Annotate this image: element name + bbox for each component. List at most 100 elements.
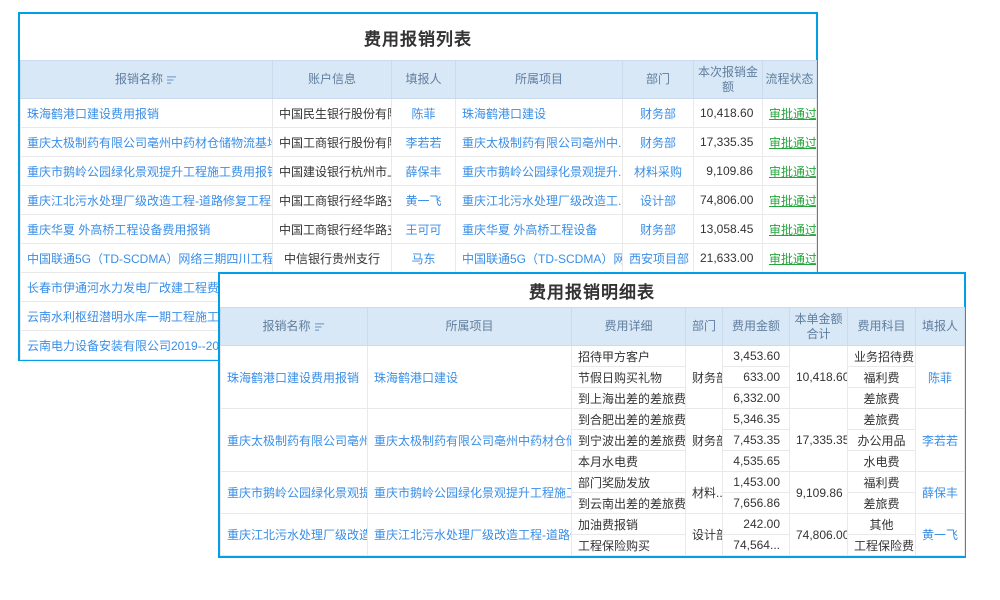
amount-cell: 1,453.00 [723, 472, 790, 493]
reimburse-name-link[interactable]: 珠海鹤港口建设费用报销 [21, 99, 273, 128]
account-cell: 中国工商银行股份有限... [273, 128, 392, 157]
reimburse-name-link[interactable]: 重庆太极制药有限公司亳州中药材仓储物流基地项... [21, 128, 273, 157]
detail-cell: 本月水电费 [572, 451, 686, 472]
dept-link[interactable]: 财务部 [623, 99, 694, 128]
subject-cell: 福利费 [848, 367, 916, 388]
project-link[interactable]: 重庆江北污水处理厂级改造工... [456, 186, 623, 215]
status-link[interactable]: 审批通过 [763, 128, 817, 157]
amount-cell: 6,332.00 [723, 388, 790, 409]
detail-cell: 工程保险购买 [572, 535, 686, 556]
project-link[interactable]: 重庆市鹅岭公园绿化景观提升... [456, 157, 623, 186]
dept-cell: 设计部 [686, 514, 723, 556]
account-cell: 中国工商银行经华路支行 [273, 215, 392, 244]
subject-cell: 其他 [848, 514, 916, 535]
amount-cell: 9,109.86 [694, 157, 763, 186]
project-link[interactable]: 珠海鹤港口建设 [368, 346, 572, 409]
project-link[interactable]: 珠海鹤港口建设 [456, 99, 623, 128]
subject-cell: 业务招待费 [848, 346, 916, 367]
filler-link[interactable]: 黄一飞 [916, 514, 965, 556]
expense-detail-table: 报销名称 所属项目 费用详细 部门 费用金额 本单金额合计 费用科目 填报人 珠… [220, 307, 965, 556]
filler-link[interactable]: 黄一飞 [392, 186, 456, 215]
filler-link[interactable]: 陈菲 [392, 99, 456, 128]
status-link[interactable]: 审批通过 [763, 244, 817, 273]
reimburse-name-link[interactable]: 重庆太极制药有限公司亳州中药材 [221, 409, 368, 472]
amount-cell: 10,418.60 [694, 99, 763, 128]
subject-cell: 差旅费 [848, 493, 916, 514]
col-header-project: 所属项目 [368, 308, 572, 346]
dept-link[interactable]: 材料采购 [623, 157, 694, 186]
sort-icon[interactable] [315, 322, 326, 332]
sort-icon[interactable] [167, 75, 178, 85]
detail-cell: 到云南出差的差旅费 [572, 493, 686, 514]
amount-cell: 4,535.65 [723, 451, 790, 472]
filler-link[interactable]: 薛保丰 [916, 472, 965, 514]
amount-cell: 7,656.86 [723, 493, 790, 514]
dept-link[interactable]: 财务部 [623, 128, 694, 157]
status-link[interactable]: 审批通过 [763, 215, 817, 244]
col-header-name[interactable]: 报销名称 [21, 61, 273, 99]
col-header-total: 本单金额合计 [790, 308, 848, 346]
account-cell: 中国民生银行股份有限... [273, 99, 392, 128]
reimburse-name-link[interactable]: 中国联通5G（TD-SCDMA）网络三期四川工程费... [21, 244, 273, 273]
amount-cell: 21,633.00 [694, 244, 763, 273]
col-header-name-label: 报销名称 [115, 72, 163, 87]
project-link[interactable]: 重庆太极制药有限公司亳州中药材仓储物流 [368, 409, 572, 472]
table-row: 珠海鹤港口建设费用报销 中国民生银行股份有限... 陈菲 珠海鹤港口建设 财务部… [21, 99, 817, 128]
dept-link[interactable]: 财务部 [623, 215, 694, 244]
project-link[interactable]: 重庆太极制药有限公司亳州中... [456, 128, 623, 157]
dept-cell: 财务部 [686, 346, 723, 409]
expense-detail-panel: 费用报销明细表 报销名称 所属项目 费用详细 部门 费用金额 本单金额合计 费用… [218, 272, 966, 558]
filler-link[interactable]: 王可可 [392, 215, 456, 244]
expense-list-title: 费用报销列表 [20, 14, 816, 60]
table-row: 重庆太极制药有限公司亳州中药材仓储物流基地项... 中国工商银行股份有限... … [21, 128, 817, 157]
project-link[interactable]: 中国联通5G（TD-SCDMA）网... [456, 244, 623, 273]
project-link[interactable]: 重庆华夏 外高桥工程设备 [456, 215, 623, 244]
reimburse-name-link[interactable]: 珠海鹤港口建设费用报销 [221, 346, 368, 409]
col-header-name[interactable]: 报销名称 [221, 308, 368, 346]
filler-link[interactable]: 马东 [392, 244, 456, 273]
dept-link[interactable]: 西安项目部 [623, 244, 694, 273]
reimburse-name-link[interactable]: 重庆华夏 外高桥工程设备费用报销 [21, 215, 273, 244]
table-row: 珠海鹤港口建设费用报销 珠海鹤港口建设 招待甲方客户 财务部 3,453.60 … [221, 346, 965, 367]
filler-link[interactable]: 陈菲 [916, 346, 965, 409]
reimburse-name-link[interactable]: 重庆市鹅岭公园绿化景观提升工程 [221, 472, 368, 514]
account-cell: 中国建设银行杭州市上... [273, 157, 392, 186]
filler-link[interactable]: 李若若 [916, 409, 965, 472]
col-header-dept: 部门 [623, 61, 694, 99]
col-header-amount: 本次报销金额 [694, 61, 763, 99]
table-row: 重庆江北污水处理厂级改造工程- 重庆江北污水处理厂级改造工程-道路修复工 加油费… [221, 514, 965, 535]
reimburse-name-link[interactable]: 重庆江北污水处理厂级改造工程-道路修复工程费用... [21, 186, 273, 215]
subject-cell: 差旅费 [848, 409, 916, 430]
subject-cell: 福利费 [848, 472, 916, 493]
status-link[interactable]: 审批通过 [763, 99, 817, 128]
col-header-project: 所属项目 [456, 61, 623, 99]
total-cell: 9,109.86 [790, 472, 848, 514]
subject-cell: 办公用品 [848, 430, 916, 451]
amount-cell: 74,564... [723, 535, 790, 556]
table-row: 重庆市鹅岭公园绿化景观提升工程施工费用报销 中国建设银行杭州市上... 薛保丰 … [21, 157, 817, 186]
amount-cell: 5,346.35 [723, 409, 790, 430]
amount-cell: 633.00 [723, 367, 790, 388]
filler-link[interactable]: 李若若 [392, 128, 456, 157]
account-cell: 中国工商银行经华路支行 [273, 186, 392, 215]
expense-detail-title: 费用报销明细表 [220, 274, 964, 307]
subject-cell: 工程保险费 [848, 535, 916, 556]
dept-link[interactable]: 设计部 [623, 186, 694, 215]
project-link[interactable]: 重庆江北污水处理厂级改造工程-道路修复工 [368, 514, 572, 556]
amount-cell: 3,453.60 [723, 346, 790, 367]
total-cell: 17,335.35 [790, 409, 848, 472]
project-link[interactable]: 重庆市鹅岭公园绿化景观提升工程施工 [368, 472, 572, 514]
status-link[interactable]: 审批通过 [763, 186, 817, 215]
reimburse-name-link[interactable]: 重庆江北污水处理厂级改造工程- [221, 514, 368, 556]
detail-cell: 到宁波出差的差旅费 [572, 430, 686, 451]
table-row: 重庆华夏 外高桥工程设备费用报销 中国工商银行经华路支行 王可可 重庆华夏 外高… [21, 215, 817, 244]
reimburse-name-link[interactable]: 重庆市鹅岭公园绿化景观提升工程施工费用报销 [21, 157, 273, 186]
detail-cell: 到合肥出差的差旅费 [572, 409, 686, 430]
detail-cell: 招待甲方客户 [572, 346, 686, 367]
detail-cell: 加油费报销 [572, 514, 686, 535]
filler-link[interactable]: 薛保丰 [392, 157, 456, 186]
status-link[interactable]: 审批通过 [763, 157, 817, 186]
dept-cell: 财务部 [686, 409, 723, 472]
amount-cell: 17,335.35 [694, 128, 763, 157]
detail-cell: 到上海出差的差旅费 [572, 388, 686, 409]
